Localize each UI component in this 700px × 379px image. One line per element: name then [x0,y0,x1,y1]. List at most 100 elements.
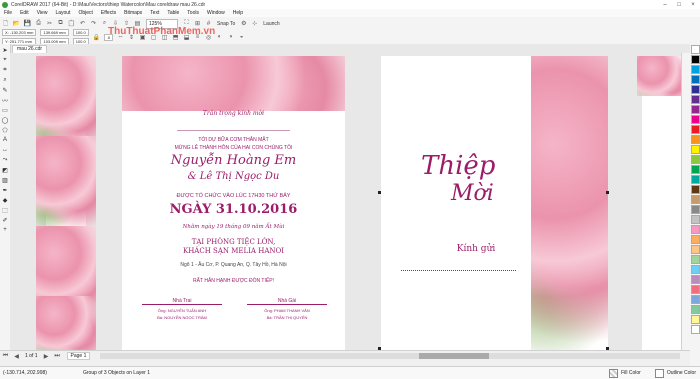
cut-icon[interactable]: ✂ [45,19,54,28]
next-page-icon[interactable]: ▶ [42,352,51,361]
palette-swatch[interactable] [691,225,700,234]
menu-text[interactable]: Text [150,10,159,16]
palette-swatch[interactable] [691,115,700,124]
card-cover-page[interactable]: Thiệp Mời Kính gửi [378,56,609,350]
polygon-tool-icon[interactable]: ⬠ [1,126,9,134]
drop-shadow-icon[interactable]: ◩ [1,166,9,174]
prev-page-icon[interactable]: ◀ [12,352,21,361]
crop-tool-icon[interactable]: ⌗ [1,66,9,74]
scale-x-field[interactable]: 100.0 [72,29,89,36]
maximize-icon[interactable]: □ [672,0,686,9]
add-tool-icon[interactable]: + [1,226,9,234]
smart-fill-icon[interactable]: ⬚ [1,206,9,214]
pick-tool-icon[interactable]: ➤ [1,46,9,54]
menu-window[interactable]: Window [207,10,225,16]
palette-swatch[interactable] [691,65,700,74]
menu-layout[interactable]: Layout [55,10,70,16]
palette-swatch[interactable] [691,85,700,94]
selection-handle[interactable] [378,191,381,194]
horizontal-scrollbar[interactable] [100,353,680,359]
outline-pen-icon[interactable]: ✐ [1,216,9,224]
palette-swatch[interactable] [691,245,700,254]
palette-swatch[interactable] [691,295,700,304]
eyedropper-icon[interactable]: ✒ [1,186,9,194]
menu-object[interactable]: Object [78,10,92,16]
menu-effects[interactable]: Effects [101,10,116,16]
artistic-media-icon[interactable]: 〰 [1,96,9,105]
outline-color-swatch[interactable] [654,368,664,378]
palette-swatch[interactable] [691,215,700,224]
snap-to-button[interactable]: Snap To [217,21,235,27]
first-page-icon[interactable]: ⏮ [1,352,10,361]
palette-swatch[interactable] [691,185,700,194]
width-field[interactable]: 139.669 mm [40,29,69,36]
copy-icon[interactable]: ⧉ [56,19,65,28]
fill-color-swatch[interactable] [609,368,619,378]
intersect-icon[interactable]: ◑ [226,33,235,42]
palette-swatch[interactable] [691,255,700,264]
palette-swatch[interactable] [691,205,700,214]
palette-swatch[interactable] [691,175,700,184]
palette-swatch[interactable] [691,325,700,334]
menu-bitmaps[interactable]: Bitmaps [124,10,142,16]
page-tab[interactable]: Page 1 [66,352,91,360]
palette-swatch[interactable] [691,275,700,284]
x-position-field[interactable]: X: -130.203 mm [2,29,37,36]
groom-father: Ông: NGUYỄN TUẤN ANH [157,308,207,313]
rectangle-tool-icon[interactable]: ▭ [1,106,9,114]
palette-swatch[interactable] [691,125,700,134]
print-icon[interactable]: ⎙ [34,19,43,28]
parallel-dimension-icon[interactable]: ↔ [1,146,9,154]
palette-swatch[interactable] [691,305,700,314]
minimize-icon[interactable]: – [658,0,672,9]
palette-swatch[interactable] [691,235,700,244]
paste-icon[interactable]: 📋 [67,19,76,28]
palette-swatch[interactable] [691,285,700,294]
menu-edit[interactable]: Edit [20,10,29,16]
interactive-fill-icon[interactable]: ◆ [1,196,9,204]
palette-swatch[interactable] [691,135,700,144]
simplify-icon[interactable]: ◒ [237,33,246,42]
selection-handle[interactable] [606,191,609,194]
menu-view[interactable]: View [37,10,48,16]
palette-swatch[interactable] [691,165,700,174]
freehand-tool-icon[interactable]: ✎ [1,86,9,94]
palette-swatch[interactable] [691,45,700,54]
options-icon[interactable]: ⚙ [239,19,248,28]
new-document-icon[interactable]: 🗋 [1,19,10,28]
close-icon[interactable]: × [686,0,700,9]
menu-file[interactable]: File [4,10,12,16]
scrollbar-thumb[interactable] [419,353,489,359]
invitation-page[interactable]: Trân trọng kính mời TỚI DỰ BỮA CƠM THÂN … [122,56,345,350]
trim-icon[interactable]: ◐ [215,33,224,42]
text-tool-icon[interactable]: A [1,136,9,144]
menu-tools[interactable]: Tools [187,10,199,16]
palette-swatch[interactable] [691,265,700,274]
zoom-tool-icon[interactable]: ⌕ [1,76,9,84]
palette-swatch[interactable] [691,95,700,104]
menu-table[interactable]: Table [167,10,179,16]
lock-ratio-icon[interactable]: 🔒 [92,33,101,42]
palette-swatch[interactable] [691,155,700,164]
transparency-icon[interactable]: ▨ [1,176,9,184]
launch-button[interactable]: Launch [263,21,279,27]
connector-tool-icon[interactable]: ⤳ [1,156,9,164]
palette-swatch[interactable] [691,195,700,204]
menu-help[interactable]: Help [233,10,243,16]
palette-swatch[interactable] [691,105,700,114]
redo-icon[interactable]: ↷ [89,19,98,28]
menu-bar: File Edit View Layout Object Effects Bit… [0,9,700,17]
palette-swatch[interactable] [691,145,700,154]
last-page-icon[interactable]: ⏭ [53,352,62,361]
undo-icon[interactable]: ↶ [78,19,87,28]
palette-swatch[interactable] [691,75,700,84]
groom-mother: Bà: NGUYỄN NGỌC TRÂM [157,315,207,320]
palette-swatch[interactable] [691,55,700,64]
save-icon[interactable]: 💾 [23,19,32,28]
ellipse-tool-icon[interactable]: ◯ [1,116,9,124]
open-icon[interactable]: 📂 [12,19,21,28]
shape-tool-icon[interactable]: ⌖ [1,56,9,64]
dynamic-guides-icon[interactable]: ⊹ [250,19,259,28]
tab-mau-26[interactable]: mau 26.cdr [12,45,48,53]
palette-swatch[interactable] [691,315,700,324]
